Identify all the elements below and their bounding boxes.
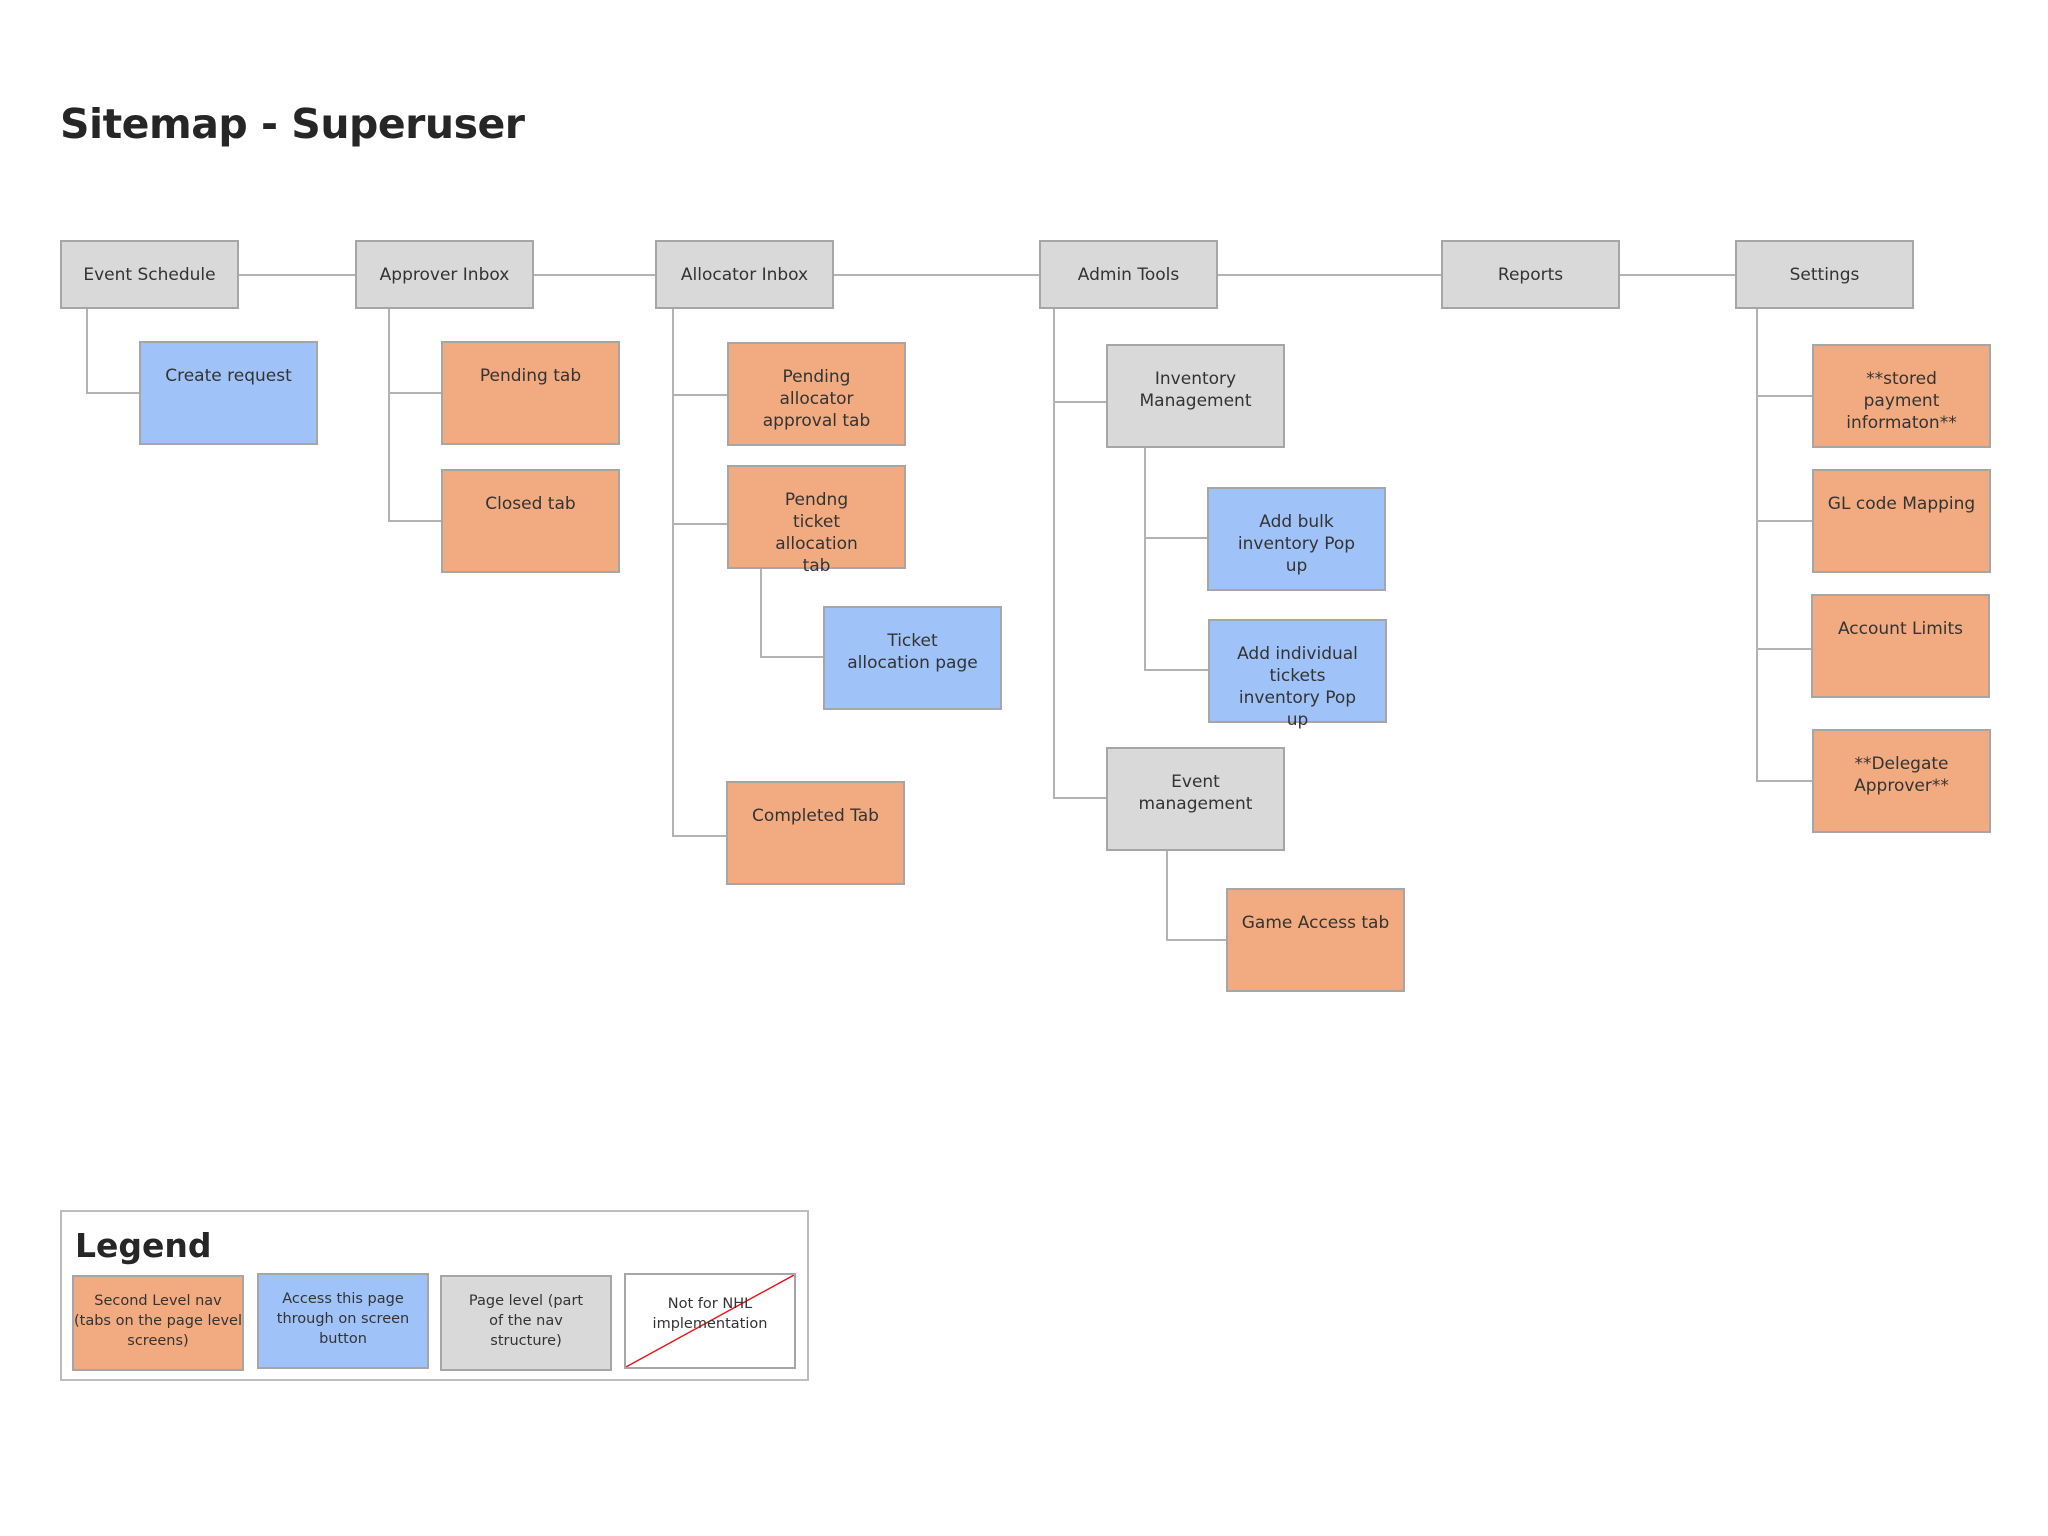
node-create-request[interactable]: Create request [139,341,318,445]
nav-settings[interactable]: Settings [1735,240,1914,309]
node-game-access-tab[interactable]: Game Access tab [1226,888,1405,992]
legend-item-on-screen-button: Access this page through on screen butto… [257,1273,429,1369]
node-label: Account Limits [1837,619,1964,639]
connector-line [760,569,823,658]
connector-line [672,309,726,837]
node-pending-allocator-approval-tab[interactable]: Pending allocator approval tab [727,342,906,446]
node-label: Admin Tools [1077,264,1180,285]
connector-line [1166,850,1226,941]
node-label: Add bulk inventory Pop up [1237,512,1356,576]
node-event-management[interactable]: Event management [1106,747,1285,851]
node-stored-payment-information[interactable]: **stored payment informaton** [1812,344,1991,448]
connector-line [1053,309,1106,799]
connector-line [1756,309,1812,782]
legend-item-label: Page level (part of the nav structure) [468,1293,584,1349]
node-pending-ticket-allocation-tab[interactable]: Pendng ticket allocation tab [727,465,906,576]
node-inventory-management[interactable]: Inventory Management [1106,344,1285,448]
node-ticket-allocation-page[interactable]: Ticket allocation page [823,606,1002,710]
node-label: Reports [1497,264,1564,285]
node-label: Allocator Inbox [680,264,809,285]
node-completed-tab[interactable]: Completed Tab [726,781,905,885]
node-account-limits[interactable]: Account Limits [1811,594,1990,698]
nav-reports[interactable]: Reports [1441,240,1620,309]
node-label: Game Access tab [1241,913,1390,933]
node-label: Settings [1789,264,1860,285]
node-label: Ticket allocation page [847,631,978,673]
node-add-bulk-inventory-popup[interactable]: Add bulk inventory Pop up [1207,487,1386,591]
node-label: Approver Inbox [379,264,510,285]
legend-title: Legend [75,1226,212,1265]
node-label: Closed tab [485,494,576,514]
node-label: Pending allocator approval tab [762,367,871,431]
node-pending-tab[interactable]: Pending tab [441,341,620,445]
node-label: GL code Mapping [1827,494,1976,514]
legend-item-not-for-nhl: Not for NHL implementation [624,1273,796,1369]
legend-item-page-level: Page level (part of the nav structure) [440,1275,612,1371]
node-add-individual-tickets-popup[interactable]: Add individual tickets inventory Pop up [1208,619,1387,730]
legend-item-label: Access this page through on screen butto… [276,1291,410,1347]
nav-allocator-inbox[interactable]: Allocator Inbox [655,240,834,309]
node-label: Event management [1138,772,1253,814]
node-delegate-approver[interactable]: **Delegate Approver** [1812,729,1991,833]
legend-item-second-level-nav: Second Level nav (tabs on the page level… [72,1275,244,1371]
nav-event-schedule[interactable]: Event Schedule [60,240,239,309]
connector-line [86,309,139,394]
node-label: **Delegate Approver** [1854,754,1949,796]
connector-line [388,309,441,522]
node-label: Create request [165,366,292,386]
node-label: Add individual tickets inventory Pop up [1237,644,1358,730]
node-label: Completed Tab [752,806,879,826]
legend: Legend Second Level nav (tabs on the pag… [60,1210,809,1381]
node-label: Pendng ticket allocation tab [775,490,858,576]
node-label: Event Schedule [83,264,216,285]
node-label: **stored payment informaton** [1846,369,1957,433]
node-label: Pending tab [479,366,582,386]
node-label: Inventory Management [1139,369,1252,411]
node-gl-code-mapping[interactable]: GL code Mapping [1812,469,1991,573]
node-closed-tab[interactable]: Closed tab [441,469,620,573]
legend-item-label: Second Level nav (tabs on the page level… [74,1293,242,1349]
nav-admin-tools[interactable]: Admin Tools [1039,240,1218,309]
nav-approver-inbox[interactable]: Approver Inbox [355,240,534,309]
connector-line [1144,447,1208,671]
